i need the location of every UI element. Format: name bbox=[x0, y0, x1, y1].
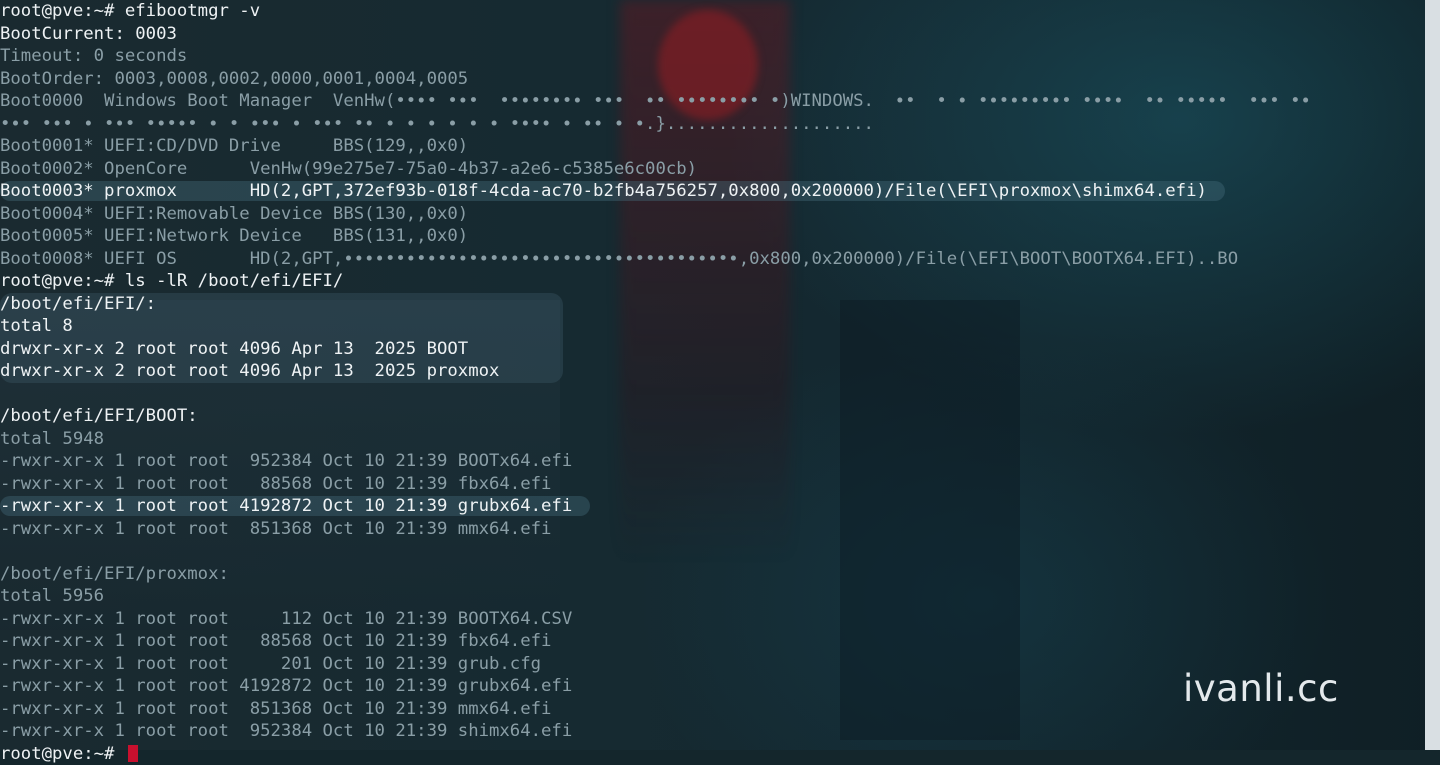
terminal-line-text: -rwxr-xr-x 1 root root 88568 Oct 10 21:3… bbox=[0, 474, 551, 494]
terminal-line: Boot0003* proxmox HD(2,GPT,372ef93b-018f… bbox=[0, 180, 1425, 203]
terminal-line-text: drwxr-xr-x 2 root root 4096 Apr 13 2025 … bbox=[0, 361, 499, 381]
terminal-line-text: Boot0002* OpenCore VenHw(99e275e7-75a0-4… bbox=[0, 159, 697, 179]
terminal-line-text: total 8 bbox=[0, 316, 73, 336]
terminal-line: root@pve:~# ls -lR /boot/efi/EFI/ bbox=[0, 270, 1425, 293]
watermark: ivanli.cc bbox=[1183, 667, 1339, 710]
terminal-line: -rwxr-xr-x 1 root root 88568 Oct 10 21:3… bbox=[0, 473, 1425, 496]
terminal-line-text: -rwxr-xr-x 1 root root 851368 Oct 10 21:… bbox=[0, 699, 551, 719]
terminal-line-text: /boot/efi/EFI/proxmox: bbox=[0, 564, 229, 584]
terminal-line-text: BootOrder: 0003,0008,0002,0000,0001,0004… bbox=[0, 69, 468, 89]
terminal-line: -rwxr-xr-x 1 root root 952384 Oct 10 21:… bbox=[0, 720, 1425, 743]
terminal-line: BootCurrent: 0003 bbox=[0, 23, 1425, 46]
terminal-line-text: -rwxr-xr-x 1 root root 952384 Oct 10 21:… bbox=[0, 721, 572, 741]
terminal-line: /boot/efi/EFI/proxmox: bbox=[0, 563, 1425, 586]
terminal-line: -rwxr-xr-x 1 root root 851368 Oct 10 21:… bbox=[0, 518, 1425, 541]
terminal-line: /boot/efi/EFI/: bbox=[0, 293, 1425, 316]
terminal-line-text: Boot0008* UEFI OS HD(2,GPT,∙∙∙∙••∙•∙••∙•… bbox=[0, 249, 1238, 269]
terminal-line-text: -rwxr-xr-x 1 root root 201 Oct 10 21:39 … bbox=[0, 654, 541, 674]
terminal-line: drwxr-xr-x 2 root root 4096 Apr 13 2025 … bbox=[0, 360, 1425, 383]
terminal-line-text: -rwxr-xr-x 1 root root 851368 Oct 10 21:… bbox=[0, 519, 551, 539]
terminal-line: Boot0004* UEFI:Removable Device BBS(130,… bbox=[0, 203, 1425, 226]
terminal-line-text: drwxr-xr-x 2 root root 4096 Apr 13 2025 … bbox=[0, 339, 468, 359]
window-edge bbox=[1425, 0, 1440, 750]
terminal-line: total 5948 bbox=[0, 428, 1425, 451]
terminal-line-text: •∙• •∙• ∙ •∙• •∙•∙• ∙ • ∙•∙ ∙ •∙• •∙ ∙ ∙… bbox=[0, 114, 874, 134]
terminal-line: -rwxr-xr-x 1 root root 952384 Oct 10 21:… bbox=[0, 450, 1425, 473]
terminal-line: /boot/efi/EFI/BOOT: bbox=[0, 405, 1425, 428]
terminal-line: -rwxr-xr-x 1 root root 4192872 Oct 10 21… bbox=[0, 495, 1425, 518]
terminal-line-text: Boot0000 Windows Boot Manager VenHw(••∙•… bbox=[0, 91, 1311, 111]
terminal-line bbox=[0, 540, 1425, 563]
terminal-line: -rwxr-xr-x 1 root root 88568 Oct 10 21:3… bbox=[0, 630, 1425, 653]
terminal-line: total 8 bbox=[0, 315, 1425, 338]
terminal-line-text: -rwxr-xr-x 1 root root 112 Oct 10 21:39 … bbox=[0, 609, 572, 629]
terminal-output[interactable]: root@pve:~# efibootmgr -v BootCurrent: 00… bbox=[0, 0, 1425, 765]
terminal-line: -rwxr-xr-x 1 root root 112 Oct 10 21:39 … bbox=[0, 608, 1425, 631]
terminal-line: Boot0002* OpenCore VenHw(99e275e7-75a0-4… bbox=[0, 158, 1425, 181]
terminal-prompt-line[interactable]: root@pve:~# bbox=[0, 743, 1425, 765]
terminal-line-text: total 5956 bbox=[0, 586, 104, 606]
terminal-line-text: -rwxr-xr-x 1 root root 88568 Oct 10 21:3… bbox=[0, 631, 551, 651]
terminal-line: Boot0005* UEFI:Network Device BBS(131,,0… bbox=[0, 225, 1425, 248]
terminal-line-text: Timeout: 0 seconds bbox=[0, 46, 187, 66]
terminal-line-text: Boot0001* UEFI:CD/DVD Drive BBS(129,,0x0… bbox=[0, 136, 468, 156]
terminal-line: Boot0008* UEFI OS HD(2,GPT,∙∙∙∙••∙•∙••∙•… bbox=[0, 248, 1425, 271]
terminal-line-text: -rwxr-xr-x 1 root root 4192872 Oct 10 21… bbox=[0, 676, 572, 696]
terminal-line-text: Boot0005* UEFI:Network Device BBS(131,,0… bbox=[0, 226, 468, 246]
terminal-line-text: /boot/efi/EFI/: bbox=[0, 294, 156, 314]
terminal-line-text: root@pve:~# efibootmgr -v bbox=[0, 1, 260, 21]
terminal-cursor bbox=[128, 745, 138, 762]
terminal-line bbox=[0, 383, 1425, 406]
terminal-line-text: Boot0003* proxmox HD(2,GPT,372ef93b-018f… bbox=[0, 181, 1225, 201]
terminal-line: drwxr-xr-x 2 root root 4096 Apr 13 2025 … bbox=[0, 338, 1425, 361]
terminal-line-text: root@pve:~# ls -lR /boot/efi/EFI/ bbox=[0, 271, 343, 291]
terminal-line-text: Boot0004* UEFI:Removable Device BBS(130,… bbox=[0, 204, 468, 224]
terminal-prompt: root@pve:~# bbox=[0, 744, 125, 764]
terminal-line-text: -rwxr-xr-x 1 root root 4192872 Oct 10 21… bbox=[0, 496, 590, 516]
terminal-line: root@pve:~# efibootmgr -v bbox=[0, 0, 1425, 23]
terminal-line: Boot0001* UEFI:CD/DVD Drive BBS(129,,0x0… bbox=[0, 135, 1425, 158]
terminal-line: •∙• •∙• ∙ •∙• •∙•∙• ∙ • ∙•∙ ∙ •∙• •∙ ∙ ∙… bbox=[0, 113, 1425, 136]
terminal-line: BootOrder: 0003,0008,0002,0000,0001,0004… bbox=[0, 68, 1425, 91]
terminal-line-text: -rwxr-xr-x 1 root root 952384 Oct 10 21:… bbox=[0, 451, 572, 471]
terminal-line: Boot0000 Windows Boot Manager VenHw(••∙•… bbox=[0, 90, 1425, 113]
terminal-line: Timeout: 0 seconds bbox=[0, 45, 1425, 68]
terminal-line-text: BootCurrent: 0003 bbox=[0, 24, 177, 44]
terminal-line-text: /boot/efi/EFI/BOOT: bbox=[0, 406, 198, 426]
terminal-line-text: total 5948 bbox=[0, 429, 104, 449]
terminal-line: total 5956 bbox=[0, 585, 1425, 608]
